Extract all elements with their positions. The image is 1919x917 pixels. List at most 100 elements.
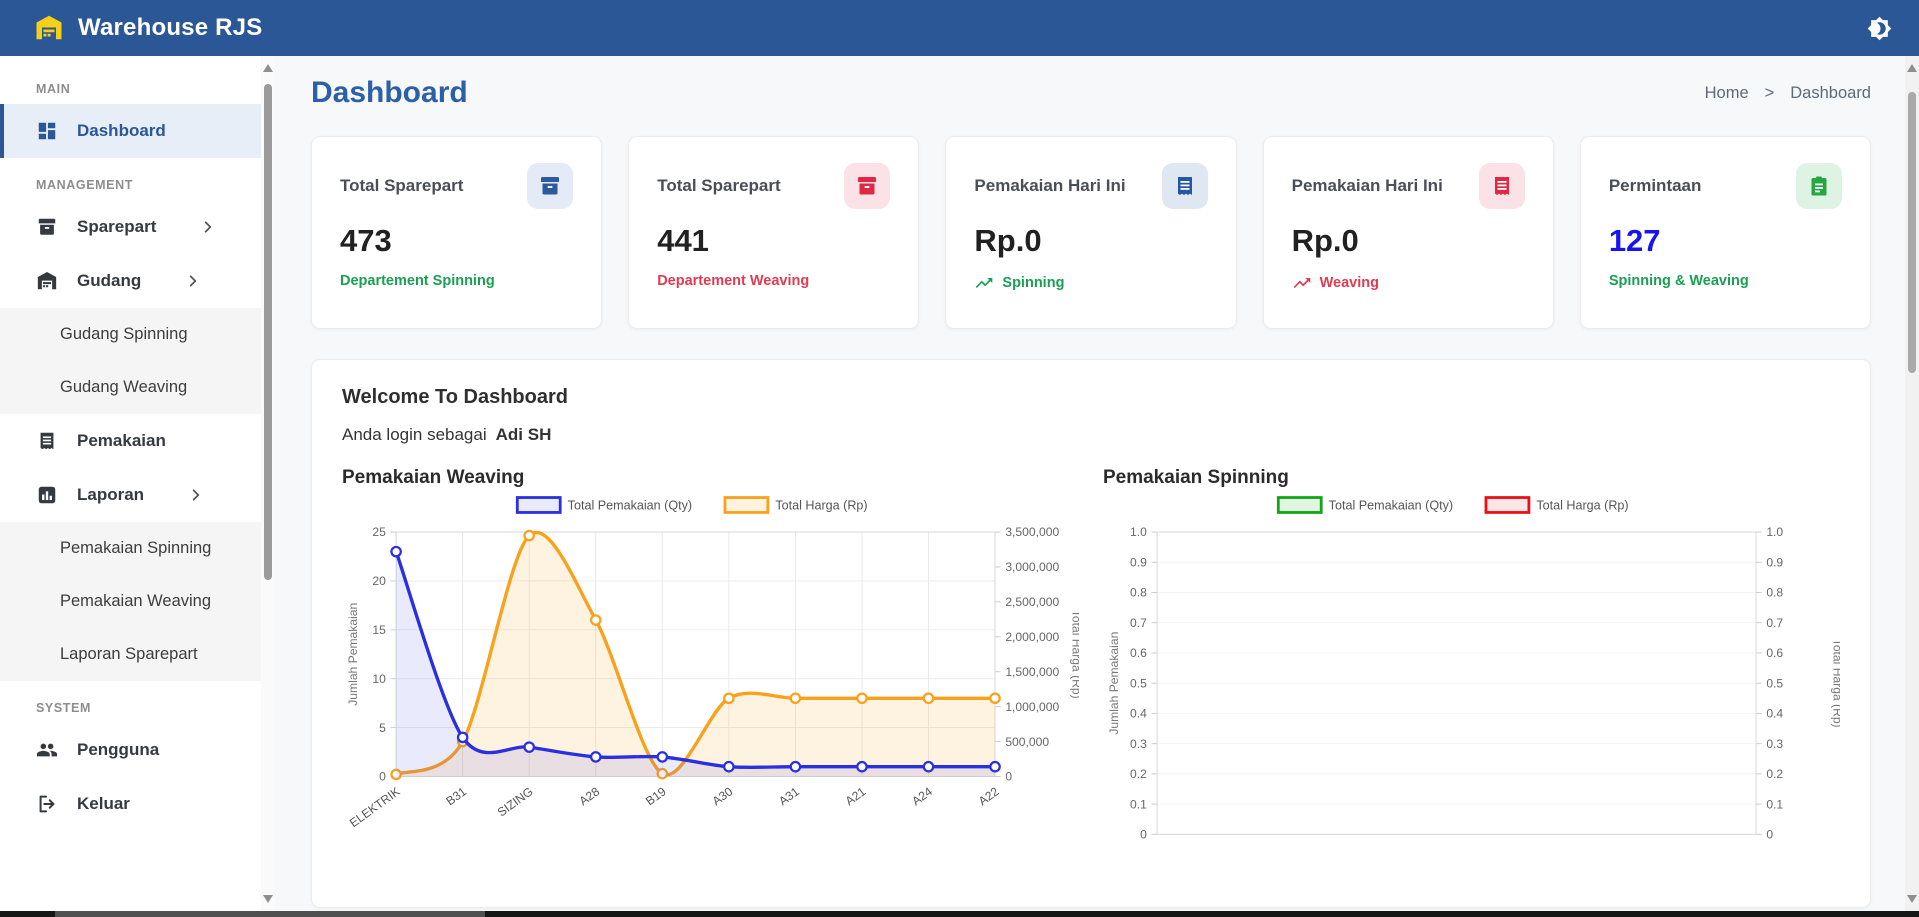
sidebar-item-gudang-spinning[interactable]: Gudang Spinning [0, 308, 261, 361]
card-title: Total Sparepart [340, 176, 463, 196]
brand: Warehouse RJS [34, 13, 262, 43]
main-scrollbar[interactable] [1905, 56, 1919, 911]
scroll-up-arrow-icon[interactable] [1907, 64, 1917, 72]
card-footer: Departement Weaving [657, 273, 890, 289]
stat-cards-row: Total Sparepart 473 Departement Spinning… [311, 136, 1871, 329]
welcome-title: Welcome To Dashboard [342, 386, 1840, 409]
svg-text:0: 0 [1140, 828, 1147, 842]
stat-card-total-sparepart-weaving: Total Sparepart 441 Departement Weaving [628, 136, 919, 329]
svg-text:1,000,000: 1,000,000 [1005, 700, 1059, 714]
svg-text:1.0: 1.0 [1766, 525, 1783, 539]
sidebar-item-pemakaian[interactable]: Pemakaian [0, 414, 261, 468]
theme-toggle-button[interactable] [1861, 10, 1897, 46]
svg-text:Total Harga (Rp): Total Harga (Rp) [775, 499, 867, 513]
svg-text:2,000,000: 2,000,000 [1005, 630, 1059, 644]
chevron-right-icon [186, 274, 200, 288]
sidebar-item-laporan[interactable]: Laporan [0, 468, 261, 522]
svg-text:A30: A30 [710, 784, 736, 808]
sidebar-item-label: Dashboard [77, 121, 166, 141]
receipt-icon [36, 430, 58, 452]
svg-text:Total Harga (Rp): Total Harga (Rp) [1069, 610, 1079, 699]
card-title: Pemakaian Hari Ini [1292, 176, 1443, 196]
horizontal-scrollbar[interactable] [0, 911, 1919, 917]
svg-text:0.4: 0.4 [1766, 707, 1783, 721]
archive-icon [844, 163, 890, 209]
sidebar-item-label: Sparepart [77, 217, 156, 237]
svg-text:0.2: 0.2 [1766, 767, 1783, 781]
scroll-down-arrow-icon[interactable] [1907, 895, 1917, 903]
svg-text:0.7: 0.7 [1766, 616, 1783, 630]
section-label-management: MANAGEMENT [0, 158, 261, 200]
svg-text:ELEKTRIK: ELEKTRIK [347, 784, 403, 830]
horizontal-scrollbar-thumb[interactable] [55, 911, 485, 917]
card-value: Rp.0 [1292, 223, 1525, 259]
main-content: Dashboard Home > Dashboard Total Sparepa… [275, 56, 1905, 911]
svg-text:B31: B31 [443, 784, 469, 808]
card-title: Total Sparepart [657, 176, 780, 196]
svg-text:0.6: 0.6 [1766, 646, 1783, 660]
sidebar-item-pengguna[interactable]: Pengguna [0, 723, 261, 777]
svg-text:0: 0 [1005, 770, 1012, 784]
card-value: 473 [340, 223, 573, 259]
sidebar-item-label: Laporan [77, 485, 144, 505]
sidebar-item-gudang[interactable]: Gudang [0, 254, 261, 308]
chart-title: Pemakaian Spinning [1103, 467, 1840, 489]
card-footer-label: Weaving [1320, 275, 1379, 291]
receipt-icon [1162, 163, 1208, 209]
svg-text:10: 10 [372, 672, 386, 686]
svg-text:A21: A21 [843, 784, 869, 808]
breadcrumb-current[interactable]: Dashboard [1790, 84, 1871, 103]
archive-icon [36, 216, 58, 238]
section-label-main: MAIN [0, 62, 261, 104]
sidebar-item-gudang-weaving[interactable]: Gudang Weaving [0, 361, 261, 414]
svg-text:20: 20 [372, 574, 386, 588]
scroll-down-arrow-icon[interactable] [263, 895, 273, 903]
svg-text:A28: A28 [577, 784, 603, 808]
sidebar-item-dashboard[interactable]: Dashboard [0, 104, 261, 158]
svg-text:0.8: 0.8 [1766, 586, 1783, 600]
card-footer: Spinning [974, 273, 1207, 293]
clipboard-icon [1796, 163, 1842, 209]
sidebar-item-laporan-sparepart[interactable]: Laporan Sparepart [0, 628, 261, 681]
sidebar-item-keluar[interactable]: Keluar [0, 777, 261, 831]
main-scrollbar-thumb[interactable] [1908, 92, 1916, 373]
page-title: Dashboard [311, 76, 468, 110]
scroll-up-arrow-icon[interactable] [263, 64, 273, 72]
breadcrumb-home[interactable]: Home [1705, 84, 1749, 103]
svg-text:Total Harga (Rp): Total Harga (Rp) [1536, 499, 1628, 513]
card-value: 127 [1609, 223, 1842, 259]
sidebar-item-sparepart[interactable]: Sparepart [0, 200, 261, 254]
sidebar-item-pemakaian-weaving[interactable]: Pemakaian Weaving [0, 575, 261, 628]
sidebar-item-pemakaian-spinning[interactable]: Pemakaian Spinning [0, 522, 261, 575]
receipt-icon [1479, 163, 1525, 209]
sidebar-scrollbar-thumb[interactable] [264, 84, 272, 580]
app-title: Warehouse RJS [78, 14, 262, 42]
chevron-right-icon [189, 488, 203, 502]
warehouse-icon [36, 270, 58, 292]
svg-text:Total Pemakaian (Qty): Total Pemakaian (Qty) [1329, 499, 1453, 513]
svg-text:2,500,000: 2,500,000 [1005, 595, 1059, 609]
svg-text:SIZING: SIZING [495, 784, 536, 819]
svg-text:0.5: 0.5 [1766, 676, 1783, 690]
welcome-card: Welcome To Dashboard Anda login sebagaiA… [311, 359, 1871, 908]
stat-card-permintaan: Permintaan 127 Spinning & Weaving [1580, 136, 1871, 329]
chevron-right-icon [201, 220, 215, 234]
svg-text:A31: A31 [776, 784, 802, 808]
svg-text:0.9: 0.9 [1130, 555, 1147, 569]
card-footer: Spinning & Weaving [1609, 273, 1842, 289]
svg-text:3,000,000: 3,000,000 [1005, 560, 1059, 574]
svg-text:B19: B19 [643, 784, 669, 808]
trending-up-icon [1292, 273, 1312, 293]
chart-pemakaian-spinning: Pemakaian Spinning 00.10.20.30.40.50.60.… [1103, 467, 1840, 864]
svg-text:0: 0 [1766, 828, 1773, 842]
trending-up-icon [974, 273, 994, 293]
svg-text:0.9: 0.9 [1766, 555, 1783, 569]
svg-text:A22: A22 [976, 784, 1002, 808]
card-value: 441 [657, 223, 890, 259]
bar-chart-icon [36, 484, 58, 506]
chart-title: Pemakaian Weaving [342, 467, 1079, 489]
sidebar-scrollbar[interactable] [261, 56, 275, 911]
svg-text:Jumlah Pemakaian: Jumlah Pemakaian [1107, 632, 1121, 735]
svg-text:0.3: 0.3 [1130, 737, 1147, 751]
spinning-line-chart: 00.10.20.30.40.50.60.70.80.91.000.10.20.… [1103, 491, 1840, 864]
